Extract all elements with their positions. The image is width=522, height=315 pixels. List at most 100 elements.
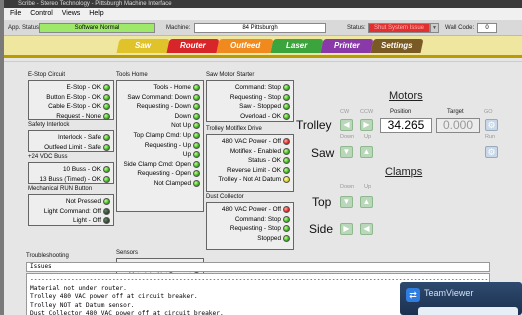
mech-row: Not Pressed — [66, 197, 110, 206]
trolley-ccw-button[interactable]: ▶ — [360, 119, 373, 131]
status-led-icon — [103, 103, 110, 111]
saw-motor-row: Overload - OK — [240, 112, 290, 121]
cw-label: CW — [340, 109, 350, 115]
tab-router[interactable]: Router — [166, 39, 220, 53]
menu-help[interactable]: Help — [89, 10, 103, 17]
go-label: GO — [484, 109, 493, 115]
status-led-icon — [193, 103, 200, 111]
menu-views[interactable]: Views — [62, 10, 81, 17]
app-status-label: App. Status: — [8, 25, 41, 31]
vdc-status-text: 13 Buss (Timed) - OK — [39, 175, 101, 183]
tools-status-text: Tools - Home — [153, 84, 191, 91]
teamviewer-panel[interactable] — [418, 307, 518, 315]
top-clamp-up-button[interactable]: ▲ — [360, 196, 373, 208]
tools-row: Requesting - Open — [137, 169, 200, 178]
saw-down-button[interactable]: ▼ — [340, 146, 353, 158]
status-led-icon — [193, 132, 200, 139]
teamviewer-logo-icon: ⇄ — [406, 288, 420, 302]
tab-printer[interactable]: Printer — [320, 39, 374, 53]
tools-status-text: Not Up — [171, 122, 191, 130]
saw-motor-status-text: Saw - Stopped — [239, 103, 281, 111]
tools-status-text: Requesting - Open — [137, 170, 191, 178]
status-led-icon — [193, 84, 200, 91]
trolley-cw-button[interactable]: ◀ — [340, 119, 353, 131]
safety-title: Safety Interlock — [28, 122, 70, 128]
saw-up-button[interactable]: ▲ — [360, 146, 373, 158]
saw-up-label: Up — [364, 134, 372, 140]
side-clamp-label: Side — [309, 222, 334, 236]
trolley-drive-row: Motiflex - Enabled — [230, 147, 290, 156]
dust-title: Dust Collector — [206, 194, 244, 200]
status-led-icon — [283, 84, 290, 91]
safety-status-text: Interlock - Safe — [58, 134, 101, 141]
estop-title: E-Stop Circuit — [28, 72, 66, 78]
saw-motor-row: Saw - Stopped — [239, 102, 290, 111]
position-label: Position — [390, 109, 412, 115]
saw-label: Saw — [311, 146, 335, 160]
tools-row: Requesting - Down — [137, 102, 200, 111]
menu-file[interactable]: File — [10, 10, 21, 17]
clamp-down-label: Down — [340, 184, 355, 190]
mech-group: Not Pressed Light Command: Off Light - Off — [28, 194, 114, 226]
tools-row: Not Clamped — [154, 179, 200, 188]
go-gear-icon[interactable]: ⚙ — [485, 119, 498, 131]
status-led-icon — [193, 180, 200, 187]
side-clamp-close-button[interactable]: ▶ — [340, 223, 353, 235]
trolley-drive-status-text: Status - OK — [247, 157, 281, 165]
safety-status-text: Outfeed Limit - Safe — [44, 143, 101, 151]
tools-status-text: Down — [174, 112, 191, 120]
wall-code-field[interactable]: 0 — [477, 23, 497, 33]
trolley-drive-status-text: Reverse Limit - OK — [227, 166, 281, 174]
estop-status-text: Request - None — [56, 112, 101, 120]
mech-row: Light Command: Off — [44, 207, 110, 216]
trolley-drive-group: 480 VAC Power - Off Motiflex - Enabled Sta… — [206, 134, 294, 192]
status-value: Shut System Issue — [368, 23, 430, 33]
target-label: Target — [447, 109, 464, 115]
dust-status-text: Command: Stop — [234, 215, 281, 223]
tab-laser[interactable]: Laser — [270, 39, 324, 53]
status-led-icon — [103, 198, 110, 205]
tab-saw[interactable]: Saw — [116, 39, 170, 53]
position-field[interactable]: 34.265 — [380, 118, 432, 133]
target-field[interactable]: 0.000 — [436, 118, 480, 133]
teamviewer-widget[interactable]: ⇄ TeamViewer — [400, 282, 522, 315]
tools-row: Not Up — [171, 121, 200, 130]
tools-row: Saw Command: Down — [127, 93, 200, 102]
tools-status-text: Side Clamp Cmd: Open — [123, 160, 192, 168]
side-clamp-open-button[interactable]: ◀ — [360, 223, 373, 235]
safety-row: Interlock - Safe — [58, 133, 110, 142]
estop-row: Button E-Stop - OK — [46, 93, 110, 102]
status-led-icon — [103, 93, 110, 101]
trolley-drive-row: Trolley - Not At Datum — [218, 175, 290, 184]
safety-row: Outfeed Limit - Safe — [44, 143, 110, 152]
tools-status-text: Requesting - Down — [136, 103, 191, 111]
dust-row: Command: Stop — [235, 215, 290, 224]
status-led-icon — [193, 112, 200, 120]
top-clamp-down-button[interactable]: ▼ — [340, 196, 353, 208]
tools-row: Tools - Home — [153, 83, 200, 92]
estop-row: E-Stop - OK — [67, 83, 110, 92]
estop-status-text: Button E-Stop - OK — [46, 93, 101, 101]
tools-row: Up — [183, 150, 200, 159]
menu-control[interactable]: Control — [30, 10, 53, 17]
trolley-drive-status-text: 480 VAC Power - Off — [221, 138, 281, 145]
app-status-value: Software Normal — [39, 23, 155, 33]
trolley-drive-row: 480 VAC Power - Off — [222, 137, 290, 146]
status-led-icon — [193, 170, 200, 178]
tab-outfeed[interactable]: Outfeed — [216, 39, 274, 53]
dust-status-text: 480 VAC Power - Off — [221, 206, 281, 213]
vdc-status-text: 10 Buss - OK — [62, 166, 101, 173]
mech-status-text: Not Pressed — [65, 198, 101, 205]
tools-row: Side Clamp Cmd: Open — [123, 160, 200, 169]
status-led-icon — [103, 207, 110, 215]
tab-settings[interactable]: Settings — [370, 39, 424, 53]
title-bar: Scribe - Stereo Technology - Pittsburgh … — [4, 0, 522, 8]
status-led-icon — [283, 215, 290, 223]
status-dropdown-icon[interactable]: ▼ — [430, 23, 439, 33]
run-gear-icon[interactable]: ⚙ — [485, 146, 498, 158]
tools-status-text: Not Clamped — [153, 180, 191, 187]
mech-title: Mechanical RUN Button — [28, 186, 93, 192]
saw-motor-status-text: Overload - OK — [240, 112, 281, 120]
machine-label: Machine: — [166, 25, 191, 31]
dust-status-text: Stopped — [257, 234, 281, 242]
